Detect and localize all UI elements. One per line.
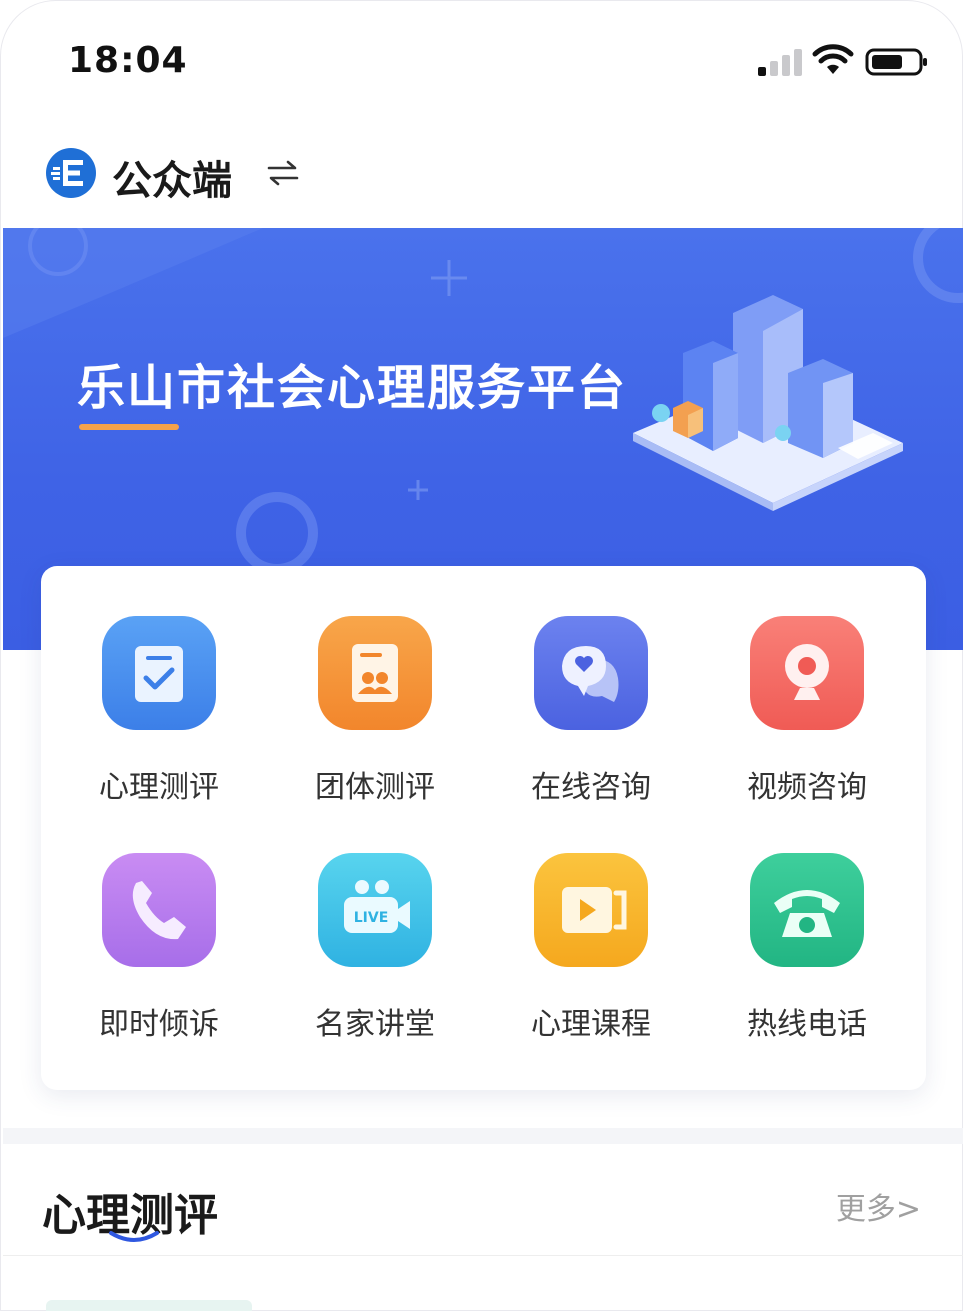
battery-icon — [865, 48, 927, 76]
app-title: 公众端 — [112, 158, 232, 204]
assessment-section-header: 心理测评 更多> — [0, 1144, 963, 1254]
banner-accent-line — [79, 424, 179, 430]
wifi-icon — [812, 44, 854, 74]
video-play-icon — [534, 853, 648, 967]
chat-bubble-heart-icon — [534, 616, 648, 730]
assessment-clipboard-icon — [102, 616, 216, 730]
service-label: 心理课程 — [531, 1007, 651, 1042]
service-hotline[interactable]: 热线电话 — [699, 803, 915, 1042]
banner-title: 乐山市社会心理服务平台 — [77, 360, 628, 416]
telephone-icon — [750, 853, 864, 967]
service-label: 热线电话 — [747, 1007, 867, 1042]
section-title-accent — [109, 1231, 159, 1242]
service-psych-course[interactable]: 心理课程 — [483, 803, 699, 1042]
more-link[interactable]: 更多> — [836, 1184, 921, 1228]
section-divider — [3, 1128, 963, 1144]
service-video-consult[interactable]: 视频咨询 — [699, 566, 915, 805]
service-instant-talk[interactable]: 即时倾诉 — [51, 803, 267, 1042]
svg-text:LIVE: LIVE — [354, 910, 389, 926]
service-grid-card: 心理测评 团体测评 在线咨询 视频咨询 即时倾诉 LIVE 名家讲堂 心理课程 … — [41, 566, 926, 1090]
service-label: 名家讲堂 — [315, 1007, 435, 1042]
service-group-assessment[interactable]: 团体测评 — [267, 566, 483, 805]
switch-arrows-icon[interactable] — [266, 158, 300, 188]
service-label: 团体测评 — [315, 770, 435, 805]
app-screen: 18:04 公众端 乐山市社会心理服务平台 心理测评 团体测评 在线咨询 视频咨… — [0, 0, 963, 1311]
phone-handset-icon — [102, 853, 216, 967]
city-buildings-illustration — [633, 295, 903, 511]
live-camera-icon: LIVE — [318, 853, 432, 967]
app-header: 公众端 — [0, 130, 963, 226]
section-bottom-line — [3, 1255, 963, 1256]
status-bar: 18:04 — [0, 0, 963, 120]
service-psych-assessment[interactable]: 心理测评 — [51, 566, 267, 805]
service-label: 视频咨询 — [747, 770, 867, 805]
status-time: 18:04 — [68, 40, 188, 81]
app-logo — [46, 148, 96, 198]
webcam-icon — [750, 616, 864, 730]
service-label: 即时倾诉 — [99, 1007, 219, 1042]
service-label: 心理测评 — [99, 770, 219, 805]
service-online-consult[interactable]: 在线咨询 — [483, 566, 699, 805]
service-label: 在线咨询 — [531, 770, 651, 805]
cellular-signal-icon — [758, 49, 802, 76]
assessment-card-peek[interactable] — [46, 1300, 252, 1311]
group-report-icon — [318, 616, 432, 730]
service-expert-lecture[interactable]: LIVE 名家讲堂 — [267, 803, 483, 1042]
